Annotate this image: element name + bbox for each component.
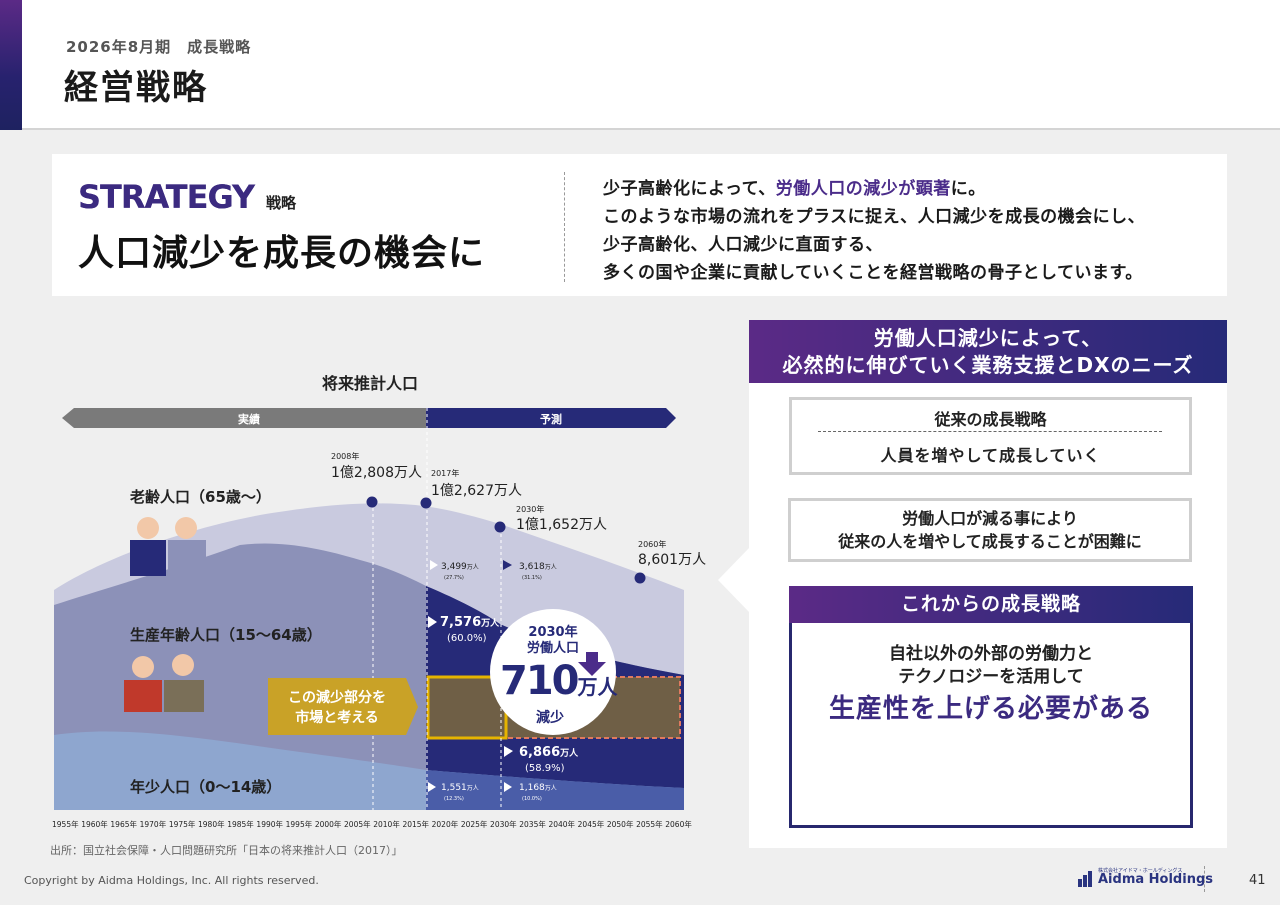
p2030-value: 1億1,652万人 — [516, 517, 607, 533]
page-number: 41 — [1249, 873, 1266, 888]
y2017-value: 1,551万人 — [441, 783, 479, 793]
logo-text: Aidma Holdings — [1098, 872, 1213, 887]
y2030-pct: (10.0%) — [522, 796, 542, 802]
tick-label: 2060年 — [665, 820, 692, 829]
box3-emphasis: 生産性を上げる必要がある — [828, 694, 1153, 724]
e2017-pct: (27.7%) — [444, 575, 464, 581]
tick-label: 2000年 — [314, 820, 342, 829]
tick-label: 2025年 — [460, 820, 488, 829]
tick-label: 1990年 — [256, 820, 284, 829]
tick-label: 2045年 — [577, 820, 605, 829]
band-actual-label: 実績 — [238, 413, 260, 426]
tick-label: 1980年 — [198, 820, 225, 829]
source-note: 出所：国立社会保障・人口問題研究所「日本の将来推計人口（2017）」 — [50, 844, 403, 857]
tick-label: 2010年 — [373, 820, 400, 829]
tick-label: 2030年 — [490, 820, 517, 829]
y2030-value: 1,168万人 — [519, 783, 557, 793]
tick-label: 1995年 — [285, 820, 313, 829]
p2017-value: 1億2,627万人 — [431, 483, 522, 499]
tick-label: 1985年 — [227, 820, 254, 829]
connector-arrow — [718, 548, 749, 612]
tick-label: 1965年 — [110, 820, 137, 829]
box3-text: 自社以外の外部の労働力と テクノロジーを活用して — [889, 644, 1093, 687]
callout-number: 710万人 — [500, 658, 618, 704]
tick-label: 2035年 — [519, 820, 546, 829]
elderly-people-icon — [130, 517, 206, 576]
callout-header: 2030年 労働人口 — [526, 625, 579, 656]
point-2008 — [366, 496, 378, 508]
copyright: Copyright by Aidma Holdings, Inc. All ri… — [24, 874, 319, 887]
p2017-year: 2017年 — [431, 469, 460, 478]
tick-label: 1960年 — [81, 820, 108, 829]
tick-label: 1955年 — [52, 820, 79, 829]
point-2017 — [420, 497, 432, 509]
tick-label: 1975年 — [168, 820, 196, 829]
box1-text: 人員を増やして成長していく — [880, 446, 1101, 465]
y2017-pct: (12.3%) — [444, 796, 464, 802]
market-callout-text: この減少部分を 市場と考える — [288, 690, 386, 726]
tick-label: 2055年 — [636, 820, 663, 829]
callout-decrease: 減少 — [536, 710, 564, 726]
e2030-pct: (31.1%) — [522, 575, 542, 581]
p2060-value: 8,601万人 — [638, 552, 707, 568]
e2017-value: 3,499万人 — [441, 562, 479, 572]
label-young: 年少人口（0〜14歳） — [130, 778, 282, 796]
aidma-logo-icon — [1078, 871, 1092, 887]
w2017-pct: (60.0%) — [447, 633, 487, 644]
label-working: 生産年齢人口（15〜64歳） — [130, 626, 322, 644]
tick-label: 2020年 — [431, 820, 459, 829]
w2030-value: 6,866万人 — [519, 745, 579, 760]
p2008-year: 2008年 — [331, 452, 360, 461]
point-2060 — [634, 572, 646, 584]
label-elderly: 老齢人口（65歳〜） — [130, 488, 271, 506]
point-2030 — [494, 521, 506, 533]
p2008-value: 1億2,808万人 — [331, 465, 422, 481]
tick-label: 2015年 — [402, 820, 430, 829]
tick-label: 2040年 — [548, 820, 576, 829]
w2030-pct: (58.9%) — [525, 763, 565, 774]
box2-text: 労働人口が減る事により 従来の人を増やして成長することが困難に — [838, 509, 1142, 551]
box3-header: これからの成長戦略 — [789, 586, 1193, 623]
e2030-value: 3,618万人 — [519, 562, 557, 572]
box1-divider — [818, 431, 1162, 432]
right-panel-header: 労働人口減少によって、 必然的に伸びていく業務支援とDXのニーズ — [749, 320, 1227, 383]
footer-divider — [1204, 866, 1205, 892]
box1-title: 従来の成長戦略 — [934, 410, 1047, 429]
tick-label: 2005年 — [344, 820, 371, 829]
band-forecast-label: 予測 — [540, 413, 562, 426]
x-axis-ticks: 1955年 1960年 1965年 1970年 1975年 1980年 1985年 1990年… — [52, 819, 692, 830]
tick-label: 2050年 — [606, 820, 634, 829]
tick-label: 1970年 — [139, 820, 167, 829]
